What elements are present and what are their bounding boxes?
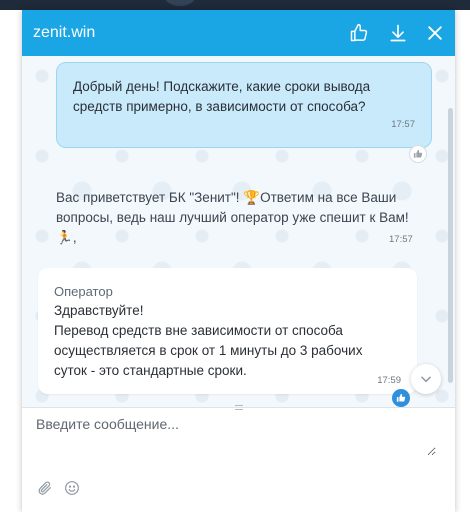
background-page-strip	[0, 0, 470, 10]
chat-widget: zenit.win Добрый день! Подскажите, какие…	[22, 10, 455, 512]
rate-button[interactable]	[347, 21, 371, 45]
message-input[interactable]	[36, 416, 436, 456]
operator-message-text: Здравствуйте! Перевод средств вне зависи…	[54, 303, 363, 378]
operator-message-time: 17:59	[377, 375, 401, 386]
emoji-button[interactable]	[63, 479, 81, 497]
background-page-left	[0, 10, 22, 512]
bot-message-time: 17:57	[389, 234, 413, 245]
user-message-time: 17:57	[391, 119, 415, 130]
trophy-icon: 🏆	[243, 190, 261, 205]
user-message-bubble: Добрый день! Подскажите, какие сроки выв…	[56, 62, 432, 148]
close-icon	[428, 26, 442, 40]
bot-message: Вас приветствует БК "Зенит"! 🏆Ответим на…	[56, 190, 409, 245]
bot-message-text-1: Вас приветствует БК "Зенит"!	[56, 190, 244, 205]
runner-icon: 🏃	[56, 230, 73, 245]
download-button[interactable]	[386, 21, 410, 45]
chevron-down-icon	[421, 376, 431, 383]
thumbs-up-icon	[350, 23, 368, 42]
like-active-icon[interactable]	[392, 389, 410, 407]
operator-message-bubble: Оператор Здравствуйте! Перевод средств в…	[38, 268, 417, 394]
close-button[interactable]	[423, 21, 447, 45]
scrollbar[interactable]	[448, 108, 453, 383]
paperclip-icon	[38, 481, 51, 495]
composer	[22, 405, 455, 512]
scroll-down-button[interactable]	[411, 364, 441, 394]
operator-name: Оператор	[54, 284, 113, 299]
attach-button[interactable]	[36, 479, 54, 497]
user-message-text: Добрый день! Подскажите, какие сроки выв…	[73, 79, 371, 114]
chat-header: zenit.win	[22, 10, 455, 56]
chat-title: zenit.win	[33, 24, 96, 41]
download-icon	[390, 24, 406, 42]
like-small-icon[interactable]	[409, 145, 427, 163]
smiley-icon	[65, 481, 79, 495]
message-list[interactable]: Добрый день! Подскажите, какие сроки выв…	[22, 56, 455, 407]
background-page-right	[455, 10, 470, 512]
background-avatar	[165, 0, 195, 6]
resize-handle[interactable]	[235, 405, 243, 410]
